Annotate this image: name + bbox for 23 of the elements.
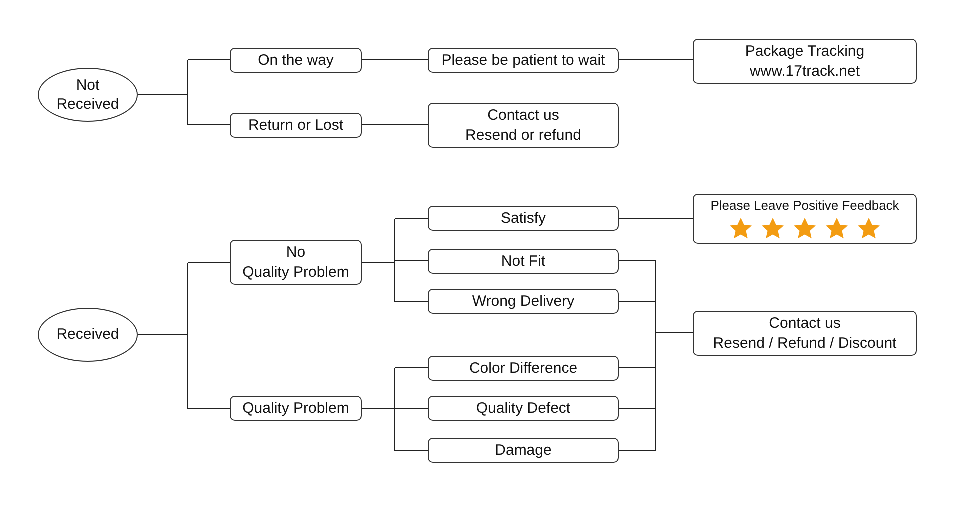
- connector-line: [362, 124, 428, 126]
- flow-node: Quality Problem: [230, 396, 362, 421]
- flow-node: Contact us Resend or refund: [428, 103, 619, 148]
- start-node: Not Received: [38, 68, 138, 122]
- flow-node: Not Fit: [428, 249, 619, 274]
- flow-node: Damage: [428, 438, 619, 463]
- flow-node: Contact us Resend / Refund / Discount: [693, 311, 917, 356]
- flow-node: Color Difference: [428, 356, 619, 381]
- flow-node: Please be patient to wait: [428, 48, 619, 73]
- feedback-title: Please Leave Positive Feedback: [710, 198, 900, 214]
- start-node: Received: [38, 308, 138, 362]
- flow-node: Return or Lost: [230, 113, 362, 138]
- star-icon: [729, 217, 753, 240]
- flow-node: On the way: [230, 48, 362, 73]
- flow-node: Wrong Delivery: [428, 289, 619, 314]
- flow-node: Package Tracking www.17track.net: [693, 39, 917, 84]
- flow-node: Quality Defect: [428, 396, 619, 421]
- star-icon: [761, 217, 785, 240]
- star-icon: [793, 217, 817, 240]
- flow-node: No Quality Problem: [230, 240, 362, 285]
- star-icon: [857, 217, 881, 240]
- flow-node: Satisfy: [428, 206, 619, 231]
- star-icon: [825, 217, 849, 240]
